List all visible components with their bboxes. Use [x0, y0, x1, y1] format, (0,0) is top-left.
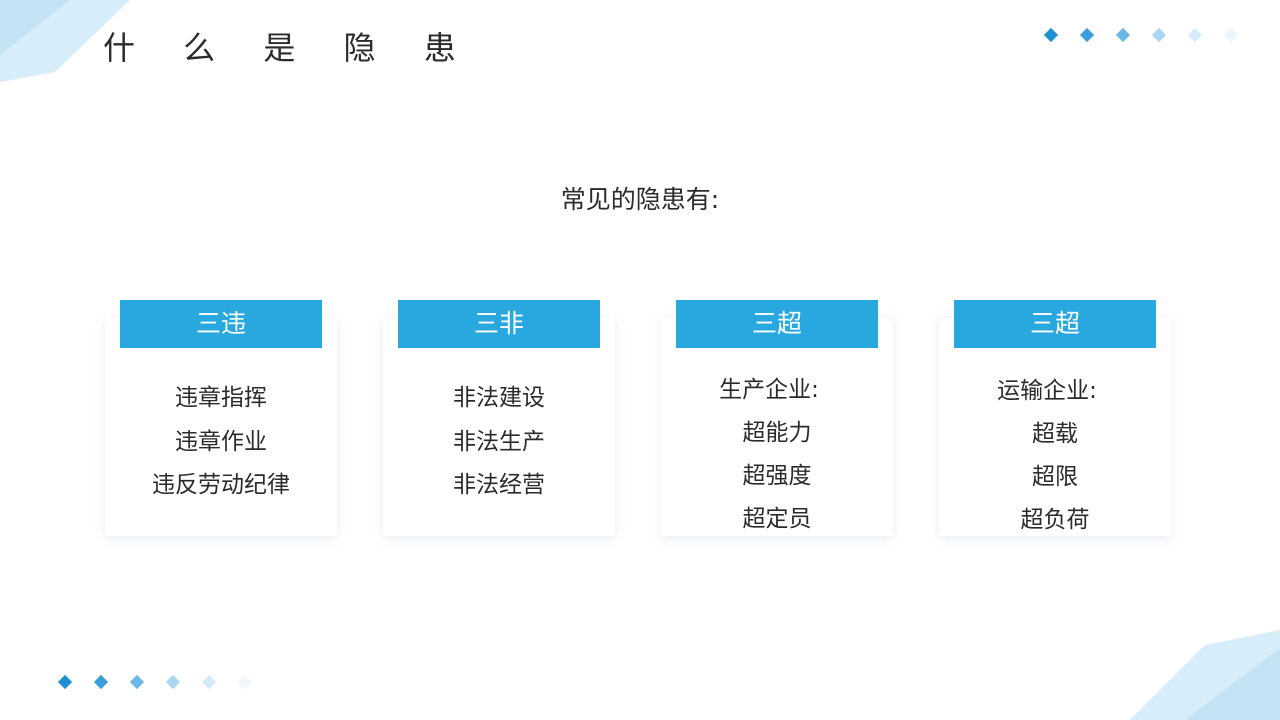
card-header: 三超	[676, 300, 878, 348]
card-header: 三非	[398, 300, 600, 348]
corner-decoration-bottom-right	[1130, 630, 1280, 720]
card-header: 三违	[120, 300, 322, 348]
card-line: 超限	[1032, 464, 1078, 490]
diamond-icon	[93, 674, 109, 690]
diamond-icon	[1151, 27, 1167, 43]
card-line: 非法生产	[453, 428, 545, 455]
diamond-icon	[1223, 27, 1239, 43]
card-line: 超载	[1032, 421, 1078, 447]
card-line: 超强度	[742, 463, 812, 489]
diamond-icon	[1043, 27, 1059, 43]
diamond-icon	[1079, 27, 1095, 43]
page-title: 什 么 是 隐 患	[103, 29, 475, 67]
card-body: 非法建设 非法生产 非法经营	[383, 377, 615, 508]
diamond-icon	[201, 674, 217, 690]
card-line: 非法建设	[453, 385, 545, 411]
card-line: 超负荷	[1020, 507, 1090, 533]
card-line: 生产企业:	[719, 377, 819, 403]
diamond-dots-bottom	[57, 674, 276, 690]
diamond-icon	[165, 674, 181, 690]
card-line: 超定员	[742, 506, 812, 532]
diamond-icon	[237, 674, 253, 690]
card-header: 三超	[954, 300, 1156, 348]
diamond-icon	[57, 674, 73, 690]
card-line: 违章指挥	[175, 385, 267, 411]
diamond-dots-top	[1043, 27, 1262, 43]
card-line: 超能力	[742, 420, 812, 446]
card-body: 生产企业: 超能力 超强度 超定员	[661, 369, 893, 541]
diamond-icon	[129, 674, 145, 690]
subtitle: 常见的隐患有:	[560, 185, 720, 214]
card-body: 运输企业: 超载 超限 超负荷	[939, 370, 1171, 542]
card-line: 运输企业:	[997, 378, 1097, 404]
card-body: 违章指挥 违章作业 违反劳动纪律	[105, 377, 337, 508]
diamond-icon	[1115, 27, 1131, 43]
card-line: 违反劳动纪律	[152, 472, 290, 498]
card-line: 违章作业	[175, 428, 267, 455]
card-line: 非法经营	[453, 472, 545, 498]
diamond-icon	[1187, 27, 1203, 43]
